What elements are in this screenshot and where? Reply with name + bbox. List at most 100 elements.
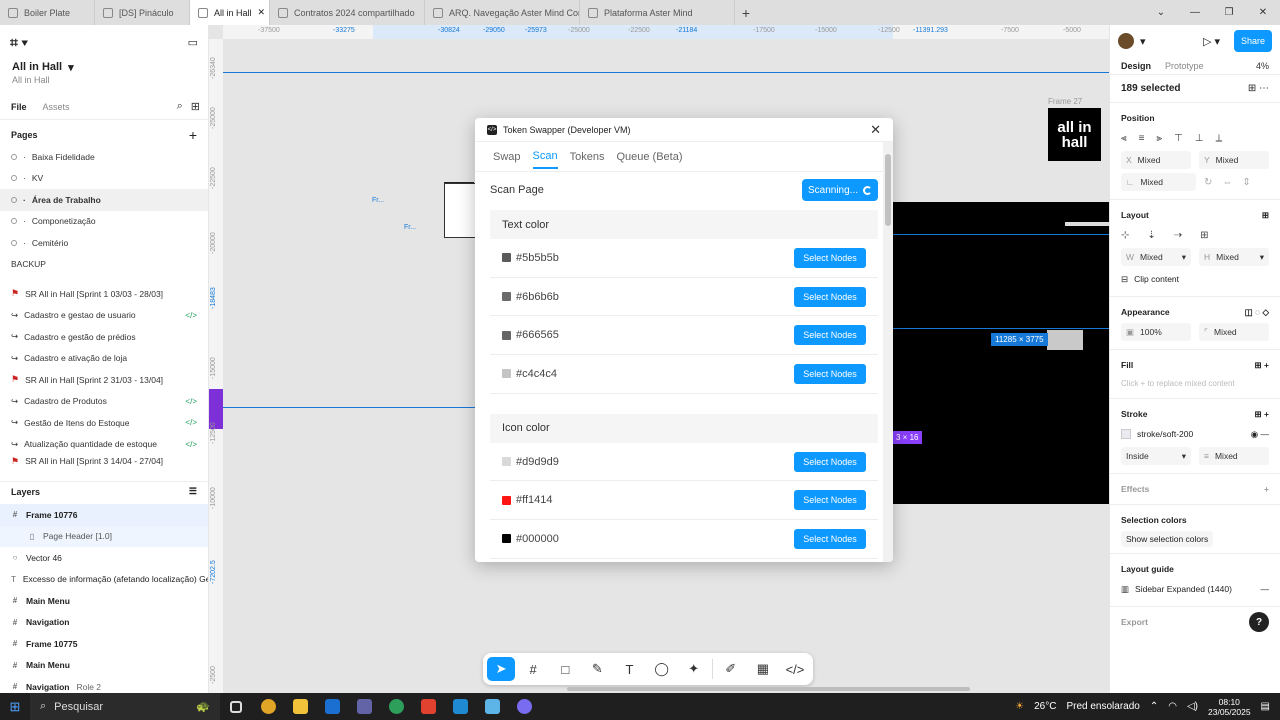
wifi-icon[interactable]: ◠ xyxy=(1168,701,1177,712)
page-item[interactable]: ↪ Gestão de Itens do Estoque </> xyxy=(0,412,208,434)
tab-swap[interactable]: Swap xyxy=(493,151,521,163)
opacity-field[interactable]: ▣ 100% xyxy=(1121,323,1191,341)
flip-vertical-icon[interactable]: ⇕ xyxy=(1242,177,1250,188)
show-selection-colors-button[interactable]: Show selection colors xyxy=(1121,531,1214,547)
draw-mode-icon[interactable]: ✐ xyxy=(717,657,745,681)
maximize-button[interactable]: ❐ xyxy=(1212,0,1246,25)
frame-tool-icon[interactable]: # xyxy=(519,657,547,681)
width-field[interactable]: W Mixed ▾ xyxy=(1121,248,1191,266)
page-item[interactable]: ↪ Cadastro e gestão de prédios xyxy=(0,326,208,348)
chrome-alt-icon[interactable] xyxy=(380,693,412,720)
select-nodes-button[interactable]: Select Nodes xyxy=(794,451,866,472)
design-mode-icon[interactable]: ▦ xyxy=(749,657,777,681)
add-stroke-icon[interactable]: ⊞ + xyxy=(1255,409,1269,420)
page-item[interactable]: ⚑ SR All in Hall [Sprint 3 14/04 - 27/04] xyxy=(0,455,208,467)
app-icon[interactable] xyxy=(476,693,508,720)
page-item-backup[interactable]: BACKUP xyxy=(0,254,208,276)
figma-taskbar-icon[interactable] xyxy=(412,693,444,720)
tab-assets[interactable]: Assets xyxy=(43,102,70,112)
present-icon[interactable]: ▷ ▾ xyxy=(1203,35,1220,48)
page-item[interactable]: · KV xyxy=(0,168,208,190)
share-button[interactable]: Share xyxy=(1234,30,1272,52)
corner-radius-field[interactable]: ⌜ Mixed xyxy=(1199,323,1269,341)
minimize-button[interactable]: — xyxy=(1178,0,1212,25)
layer-row[interactable]: ▯ Page Header [1.0] xyxy=(0,525,208,547)
dev-mode-icon[interactable]: </> xyxy=(781,657,809,681)
align-top-icon[interactable]: ⊤ xyxy=(1174,133,1183,144)
layer-row[interactable]: # Main Menu xyxy=(0,590,208,612)
tab-prototype[interactable]: Prototype xyxy=(1165,61,1204,71)
page-item-selected[interactable]: · Área de Trabalho xyxy=(0,189,208,211)
layer-row[interactable]: ○ Vector 46 xyxy=(0,547,208,569)
figma-menu-icon[interactable]: ⌗ ▾ xyxy=(10,34,28,51)
close-tab-icon[interactable]: ✕ xyxy=(258,7,266,18)
frame-thumbnail[interactable] xyxy=(1047,330,1083,350)
chevron-down-icon[interactable]: ▾ xyxy=(1140,35,1146,48)
file-explorer-icon[interactable] xyxy=(284,693,316,720)
page-item[interactable]: ⚑ SR All in Hall [Sprint 1 03/03 - 28/03] xyxy=(0,283,208,305)
black-frame[interactable] xyxy=(893,202,1109,504)
page-item[interactable]: ↪ Cadastro e ativação de loja xyxy=(0,348,208,370)
height-field[interactable]: H Mixed ▾ xyxy=(1199,248,1269,266)
page-item[interactable]: · Componetização xyxy=(0,211,208,233)
align-right-icon[interactable]: ⫸ xyxy=(1156,133,1162,144)
search-icon[interactable]: ⌕ xyxy=(177,100,183,113)
align-center-icon[interactable]: ≡ xyxy=(1139,133,1145,144)
stroke-token-row[interactable]: stroke/soft-200 ◉ — xyxy=(1121,423,1269,445)
task-view-icon[interactable] xyxy=(220,693,252,720)
page-item[interactable]: ⚑ SR All in Hall [Sprint 2 31/03 - 13/04] xyxy=(0,369,208,391)
eye-icon[interactable]: ◉ — xyxy=(1251,429,1269,440)
tab-queue[interactable]: Queue (Beta) xyxy=(616,151,682,163)
align-middle-icon[interactable]: ⊥ xyxy=(1195,133,1204,144)
layout-guide-row[interactable]: ▥ Sidebar Expanded (1440) — xyxy=(1121,578,1269,600)
align-left-icon[interactable]: ⫷ xyxy=(1121,133,1127,144)
remove-icon[interactable]: — xyxy=(1261,584,1270,594)
page-item[interactable]: ↪ Atualização quantidade de estoque </> xyxy=(0,434,208,456)
rotate-icon[interactable]: ↻ xyxy=(1204,177,1212,188)
volume-icon[interactable]: ◁) xyxy=(1187,701,1198,712)
checkbox-mixed-icon[interactable]: ⊟ xyxy=(1121,274,1128,285)
select-nodes-button[interactable]: Select Nodes xyxy=(794,247,866,268)
tab-contratos[interactable]: Contratos 2024 compartilhado xyxy=(270,0,425,25)
modal-scrollbar[interactable] xyxy=(885,154,891,226)
tab-boiler-plate[interactable]: Boiler Plate xyxy=(0,0,95,25)
tray-chevron-icon[interactable]: ⌃ xyxy=(1150,701,1158,712)
text-tool-icon[interactable]: T xyxy=(615,657,643,681)
layout-free-icon[interactable]: ⊹ xyxy=(1121,230,1129,241)
layer-row[interactable]: # Main Menu xyxy=(0,655,208,677)
tab-tokens[interactable]: Tokens xyxy=(570,151,605,163)
help-button[interactable]: ? xyxy=(1249,612,1269,632)
clock[interactable]: 08:10 23/05/2025 xyxy=(1208,697,1251,717)
layer-row[interactable]: # Frame 10776 xyxy=(0,504,208,526)
layer-row[interactable]: # Navigation xyxy=(0,612,208,634)
rotation-field[interactable]: ∟ Mixed xyxy=(1121,173,1196,191)
select-nodes-button[interactable]: Select Nodes xyxy=(794,286,866,307)
tab-file[interactable]: File xyxy=(11,102,27,112)
layer-row[interactable]: # Frame 10775 xyxy=(0,633,208,655)
y-field[interactable]: Y Mixed xyxy=(1199,151,1269,169)
page-item[interactable]: ↪ Cadastro e gestao de usuario </> xyxy=(0,305,208,327)
page-item[interactable]: ↪ Cadastro de Produtos </> xyxy=(0,391,208,413)
appearance-icons[interactable]: ◫ ◌ ◇ xyxy=(1245,307,1269,318)
outlook-icon[interactable] xyxy=(316,693,348,720)
components-icon[interactable]: ⊞ xyxy=(191,100,200,113)
layout-horizontal-icon[interactable]: ⇢ xyxy=(1174,230,1182,241)
tab-all-in-hall[interactable]: All in Hall ✕ xyxy=(190,0,270,25)
stroke-position-select[interactable]: Inside ▾ xyxy=(1121,447,1191,465)
vscode-icon[interactable] xyxy=(444,693,476,720)
horizontal-scrollbar[interactable] xyxy=(567,687,970,691)
select-nodes-button[interactable]: Select Nodes xyxy=(794,528,866,549)
all-in-hall-logo[interactable]: all in hall xyxy=(1048,108,1101,161)
flip-horizontal-icon[interactable]: ⇔ xyxy=(1222,177,1232,188)
layout-vertical-icon[interactable]: ⇣ xyxy=(1147,230,1155,241)
tab-scan[interactable]: Scan xyxy=(532,144,558,169)
select-nodes-button[interactable]: Select Nodes xyxy=(794,325,866,346)
layers-menu-icon[interactable]: ☰ xyxy=(189,486,197,497)
layout-grid-icon[interactable]: ⊞ xyxy=(1200,230,1208,241)
sidebar-toggle-icon[interactable]: ▭ xyxy=(188,36,198,49)
tab-ds-pinaculo[interactable]: [DS] Pináculo xyxy=(95,0,190,25)
tab-arq-navegacao[interactable]: ARQ. Navegação Aster Mind Comercial xyxy=(425,0,580,25)
shape-tool-icon[interactable]: □ xyxy=(551,657,579,681)
scan-button[interactable]: Scanning... xyxy=(802,179,878,201)
clip-content-row[interactable]: ⊟ Clip content xyxy=(1121,268,1269,290)
